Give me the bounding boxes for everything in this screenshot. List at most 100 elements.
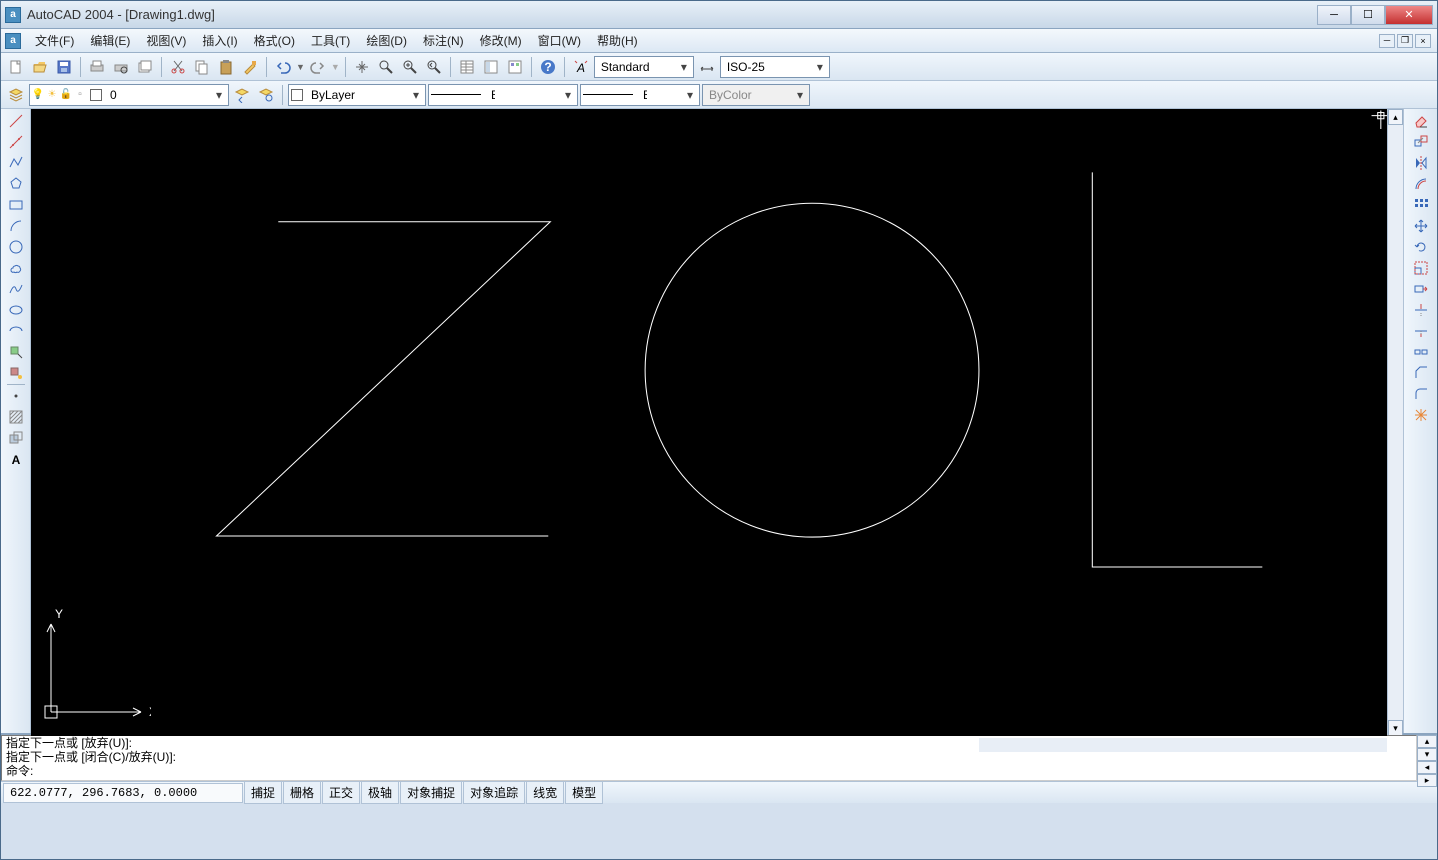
chamfer-button[interactable] (1410, 363, 1432, 383)
text-style-icon[interactable]: A (570, 56, 592, 78)
hatch-button[interactable] (5, 407, 27, 427)
menu-help[interactable]: 帮助(H) (589, 29, 646, 52)
tool-palettes-button[interactable] (504, 56, 526, 78)
mdi-restore-button[interactable]: ❐ (1397, 34, 1413, 48)
insert-block-button[interactable] (5, 342, 27, 362)
properties-button[interactable] (456, 56, 478, 78)
arc-button[interactable] (5, 216, 27, 236)
point-button[interactable] (5, 386, 27, 406)
menu-insert[interactable]: 插入(I) (194, 29, 245, 52)
extend-button[interactable] (1410, 321, 1432, 341)
dim-style-icon[interactable] (696, 56, 718, 78)
break-button[interactable] (1410, 342, 1432, 362)
trim-button[interactable] (1410, 300, 1432, 320)
menu-edit[interactable]: 编辑(E) (82, 29, 138, 52)
mdi-close-button[interactable]: × (1415, 34, 1431, 48)
linetype-combo[interactable]: ByLayer ▾ (428, 84, 578, 106)
match-properties-button[interactable] (239, 56, 261, 78)
erase-button[interactable] (1410, 111, 1432, 131)
explode-button[interactable] (1410, 405, 1432, 425)
osnap-toggle[interactable]: 对象捕捉 (400, 781, 462, 804)
revcloud-button[interactable] (5, 258, 27, 278)
circle-button[interactable] (5, 237, 27, 257)
redo-dropdown-icon[interactable]: ▼ (331, 62, 340, 72)
menu-view[interactable]: 视图(V) (138, 29, 194, 52)
menu-draw[interactable]: 绘图(D) (358, 29, 415, 52)
new-button[interactable] (5, 56, 27, 78)
layer-combo[interactable]: 💡 ☀ 🔓 ▫ 0 ▾ (29, 84, 229, 106)
menu-modify[interactable]: 修改(M) (472, 29, 530, 52)
ortho-toggle[interactable]: 正交 (322, 781, 360, 804)
minimize-button[interactable]: ─ (1317, 5, 1351, 25)
doc-icon[interactable]: a (5, 33, 21, 49)
menu-tools[interactable]: 工具(T) (303, 29, 358, 52)
undo-dropdown-icon[interactable]: ▼ (296, 62, 305, 72)
open-button[interactable] (29, 56, 51, 78)
plot-button[interactable] (86, 56, 108, 78)
spline-button[interactable] (5, 279, 27, 299)
scroll-down-button[interactable]: ▾ (1417, 748, 1437, 761)
publish-button[interactable] (134, 56, 156, 78)
menu-window[interactable]: 窗口(W) (530, 29, 589, 52)
undo-button[interactable] (272, 56, 294, 78)
copy-object-button[interactable] (1410, 132, 1432, 152)
xline-button[interactable] (5, 132, 27, 152)
menu-dimension[interactable]: 标注(N) (415, 29, 472, 52)
color-combo[interactable]: ByLayer ▾ (288, 84, 426, 106)
snap-toggle[interactable]: 捕捉 (244, 781, 282, 804)
zoom-window-button[interactable] (399, 56, 421, 78)
save-button[interactable] (53, 56, 75, 78)
text-style-combo[interactable]: Standard ▾ (594, 56, 694, 78)
lineweight-combo[interactable]: ByLayer ▾ (580, 84, 700, 106)
model-toggle[interactable]: 模型 (565, 781, 603, 804)
array-button[interactable] (1410, 195, 1432, 215)
region-button[interactable] (5, 428, 27, 448)
help-button[interactable]: ? (537, 56, 559, 78)
mdi-minimize-button[interactable]: － (1379, 34, 1395, 48)
scroll-down-button[interactable]: ▾ (1388, 720, 1403, 736)
stretch-button[interactable] (1410, 279, 1432, 299)
mirror-button[interactable] (1410, 153, 1432, 173)
design-center-button[interactable] (480, 56, 502, 78)
close-button[interactable]: ✕ (1385, 5, 1433, 25)
drawing-area[interactable]: X Y (31, 109, 1387, 736)
ellipse-button[interactable] (5, 300, 27, 320)
dim-style-combo[interactable]: ISO-25 ▾ (720, 56, 830, 78)
zoom-realtime-button[interactable] (375, 56, 397, 78)
vertical-scrollbar[interactable]: ▴ ▾ (1387, 109, 1403, 736)
otrack-toggle[interactable]: 对象追踪 (463, 781, 525, 804)
coordinates-display[interactable]: 622.0777, 296.7683, 0.0000 (3, 783, 243, 803)
layer-manager-button[interactable] (5, 84, 27, 106)
command-scrollbar[interactable]: ▴ ▾ ◂ ▸ (1417, 735, 1437, 781)
scroll-left-button[interactable]: ◂ (1417, 761, 1437, 774)
maximize-button[interactable]: ☐ (1351, 5, 1385, 25)
scroll-up-button[interactable]: ▴ (1417, 735, 1437, 748)
ellipse-arc-button[interactable] (5, 321, 27, 341)
copy-button[interactable] (191, 56, 213, 78)
make-block-button[interactable] (5, 363, 27, 383)
lineweight-toggle[interactable]: 线宽 (526, 781, 564, 804)
scale-button[interactable] (1410, 258, 1432, 278)
zoom-previous-button[interactable] (423, 56, 445, 78)
rectangle-button[interactable] (5, 195, 27, 215)
fillet-button[interactable] (1410, 384, 1432, 404)
horizontal-scrollbar[interactable]: ◂ ▸ (963, 737, 1403, 753)
layer-states-button[interactable] (255, 84, 277, 106)
offset-button[interactable] (1410, 174, 1432, 194)
rotate-button[interactable] (1410, 237, 1432, 257)
paste-button[interactable] (215, 56, 237, 78)
menu-format[interactable]: 格式(O) (246, 29, 303, 52)
line-button[interactable] (5, 111, 27, 131)
polygon-button[interactable] (5, 174, 27, 194)
scroll-up-button[interactable]: ▴ (1388, 109, 1403, 125)
layer-previous-button[interactable] (231, 84, 253, 106)
move-button[interactable] (1410, 216, 1432, 236)
plot-preview-button[interactable] (110, 56, 132, 78)
polar-toggle[interactable]: 极轴 (361, 781, 399, 804)
polyline-button[interactable] (5, 153, 27, 173)
cut-button[interactable] (167, 56, 189, 78)
pan-button[interactable] (351, 56, 373, 78)
redo-button[interactable] (307, 56, 329, 78)
mtext-button[interactable]: A (5, 449, 27, 469)
scroll-right-button[interactable]: ▸ (1417, 774, 1437, 787)
